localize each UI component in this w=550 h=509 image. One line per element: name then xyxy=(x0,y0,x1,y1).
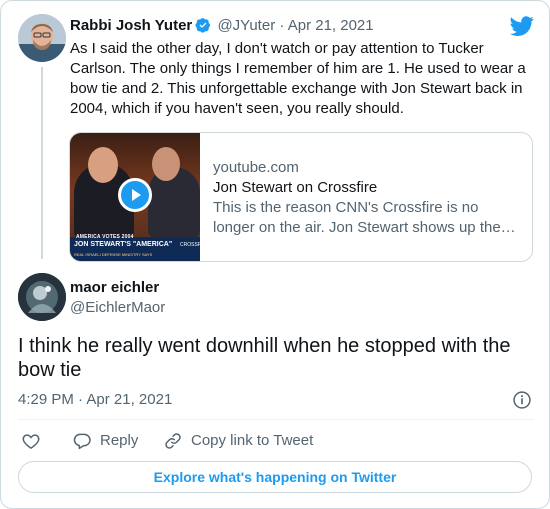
thumbnail-face-right xyxy=(152,147,180,181)
reply-button[interactable]: Reply xyxy=(72,431,138,451)
thread-connector-line xyxy=(41,67,43,259)
like-button[interactable] xyxy=(21,431,41,451)
video-thumbnail[interactable]: AMERICA VOTES 2004 JON STEWART'S "AMERIC… xyxy=(70,133,201,261)
link-title: Jon Stewart on Crossfire xyxy=(213,179,378,196)
original-tweet-text: As I said the other day, I don't watch o… xyxy=(70,40,526,117)
thumbnail-tag: CROSSF xyxy=(180,242,201,248)
author-name[interactable]: Rabbi Josh Yuter xyxy=(70,17,192,34)
explore-button[interactable]: Explore what's happening on Twitter xyxy=(18,461,532,493)
tweet-date[interactable]: Apr 21, 2021 xyxy=(288,17,374,34)
copy-link-button[interactable]: Copy link to Tweet xyxy=(163,431,313,451)
info-icon[interactable] xyxy=(512,390,532,410)
divider xyxy=(18,419,534,420)
link-preview-card[interactable]: AMERICA VOTES 2004 JON STEWART'S "AMERIC… xyxy=(69,132,533,262)
verified-badge-icon xyxy=(195,18,211,33)
embedded-tweet-card: Rabbi Josh Yuter @JYuter · Apr 21, 2021 … xyxy=(0,0,550,509)
separator-dot: · xyxy=(279,17,285,34)
reply-author-handle[interactable]: @EichlerMaor xyxy=(70,298,165,318)
play-icon[interactable] xyxy=(118,178,152,212)
author-avatar[interactable] xyxy=(18,14,66,62)
reply-author-avatar[interactable] xyxy=(18,273,66,321)
thumbnail-face-left xyxy=(88,147,118,183)
reply-date[interactable]: Apr 21, 2021 xyxy=(86,391,172,408)
link-domain: youtube.com xyxy=(213,159,299,176)
twitter-bird-icon[interactable] xyxy=(510,14,534,38)
thumbnail-caption: JON STEWART'S "AMERICA" xyxy=(74,241,173,248)
link-description: This is the reason CNN's Crossfire is no… xyxy=(213,199,516,236)
reply-label[interactable]: Reply xyxy=(100,431,138,451)
separator-dot: · xyxy=(78,391,84,408)
heart-icon xyxy=(22,434,40,449)
link-preview-info: youtube.com Jon Stewart on Crossfire Thi… xyxy=(213,158,519,238)
reply-bubble-icon xyxy=(73,433,91,450)
reply-tweet-text: I think he really went downhill when he … xyxy=(18,335,511,381)
copy-link-label[interactable]: Copy link to Tweet xyxy=(191,431,313,451)
original-tweet-header: Rabbi Josh Yuter @JYuter · Apr 21, 2021 xyxy=(70,16,374,36)
reply-author-name[interactable]: maor eichler xyxy=(70,278,159,298)
reply-time[interactable]: 4:29 PM xyxy=(18,391,74,408)
explore-button-label[interactable]: Explore what's happening on Twitter xyxy=(154,469,397,485)
thumbnail-caption-small: AMERICA VOTES 2004 xyxy=(76,234,134,240)
link-icon xyxy=(165,433,181,449)
reply-timestamp[interactable]: 4:29 PM · Apr 21, 2021 xyxy=(18,390,172,410)
thumbnail-ticker: REAL ISRAELI DEFENSE MINISTRY SAYS xyxy=(74,252,153,257)
author-handle[interactable]: @JYuter xyxy=(217,17,275,34)
